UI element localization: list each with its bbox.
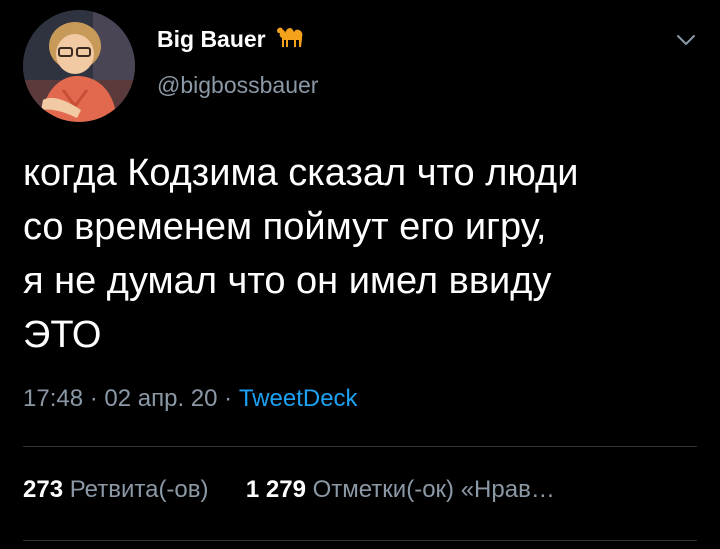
tweet-date[interactable]: 02 апр. 20 (104, 385, 217, 412)
tweet-text: когда Кодзима сказал что люди со времене… (23, 146, 703, 362)
retweets-count: 273 (23, 476, 64, 503)
tweet-text-line: со временем поймут его игру, (23, 206, 547, 248)
author-name-row[interactable]: Big Bauer (157, 24, 306, 54)
tweet-source-link[interactable]: TweetDeck (239, 385, 358, 412)
likes-stat[interactable]: 1 279 Отметки(-ок) «Нрав… (246, 476, 555, 503)
tweet-text-line: я не думал что он имел ввиду (23, 260, 552, 302)
retweets-stat[interactable]: 273 Ретвита(-ов) (23, 476, 215, 503)
tweet-time[interactable]: 17:48 (23, 385, 83, 412)
tweet-text-line: когда Кодзима сказал что люди (23, 152, 579, 194)
avatar[interactable] (23, 10, 135, 122)
likes-label: Отметки(-ок) «Нрав… (312, 476, 555, 503)
tweet-meta: 17:48 · 02 апр. 20 · TweetDeck (23, 385, 358, 413)
author-display-name[interactable]: Big Bauer (157, 26, 266, 53)
author-handle[interactable]: @bigbossbauer (157, 72, 318, 99)
retweets-label: Ретвита(-ов) (69, 476, 209, 503)
camel-icon (274, 23, 306, 55)
likes-count: 1 279 (245, 476, 306, 503)
meta-separator: · (224, 385, 233, 412)
tweet-stats: 273 Ретвита(-ов) 1 279 Отметки(-ок) «Нра… (23, 476, 555, 504)
chevron-down-icon (677, 35, 695, 45)
avatar-image (23, 10, 135, 122)
tweet-text-line: ЭТО (23, 314, 102, 356)
divider (23, 446, 697, 447)
more-options-button[interactable] (672, 26, 700, 54)
divider (23, 540, 697, 541)
meta-separator: · (89, 385, 98, 412)
